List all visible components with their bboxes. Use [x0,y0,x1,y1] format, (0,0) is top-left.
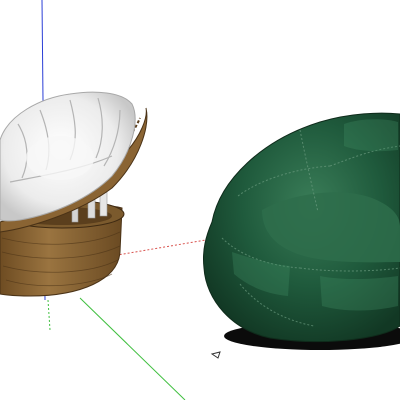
cushion-center [26,136,94,180]
green-axis-line-2 [47,299,51,331]
papasan-chair[interactable] [0,91,148,297]
scene-canvas[interactable] [0,0,400,400]
orbit-cursor-icon [210,351,221,359]
bean-bag-chair[interactable] [203,112,400,350]
modeling-viewport[interactable] [0,0,400,400]
green-axis-line [79,297,186,400]
